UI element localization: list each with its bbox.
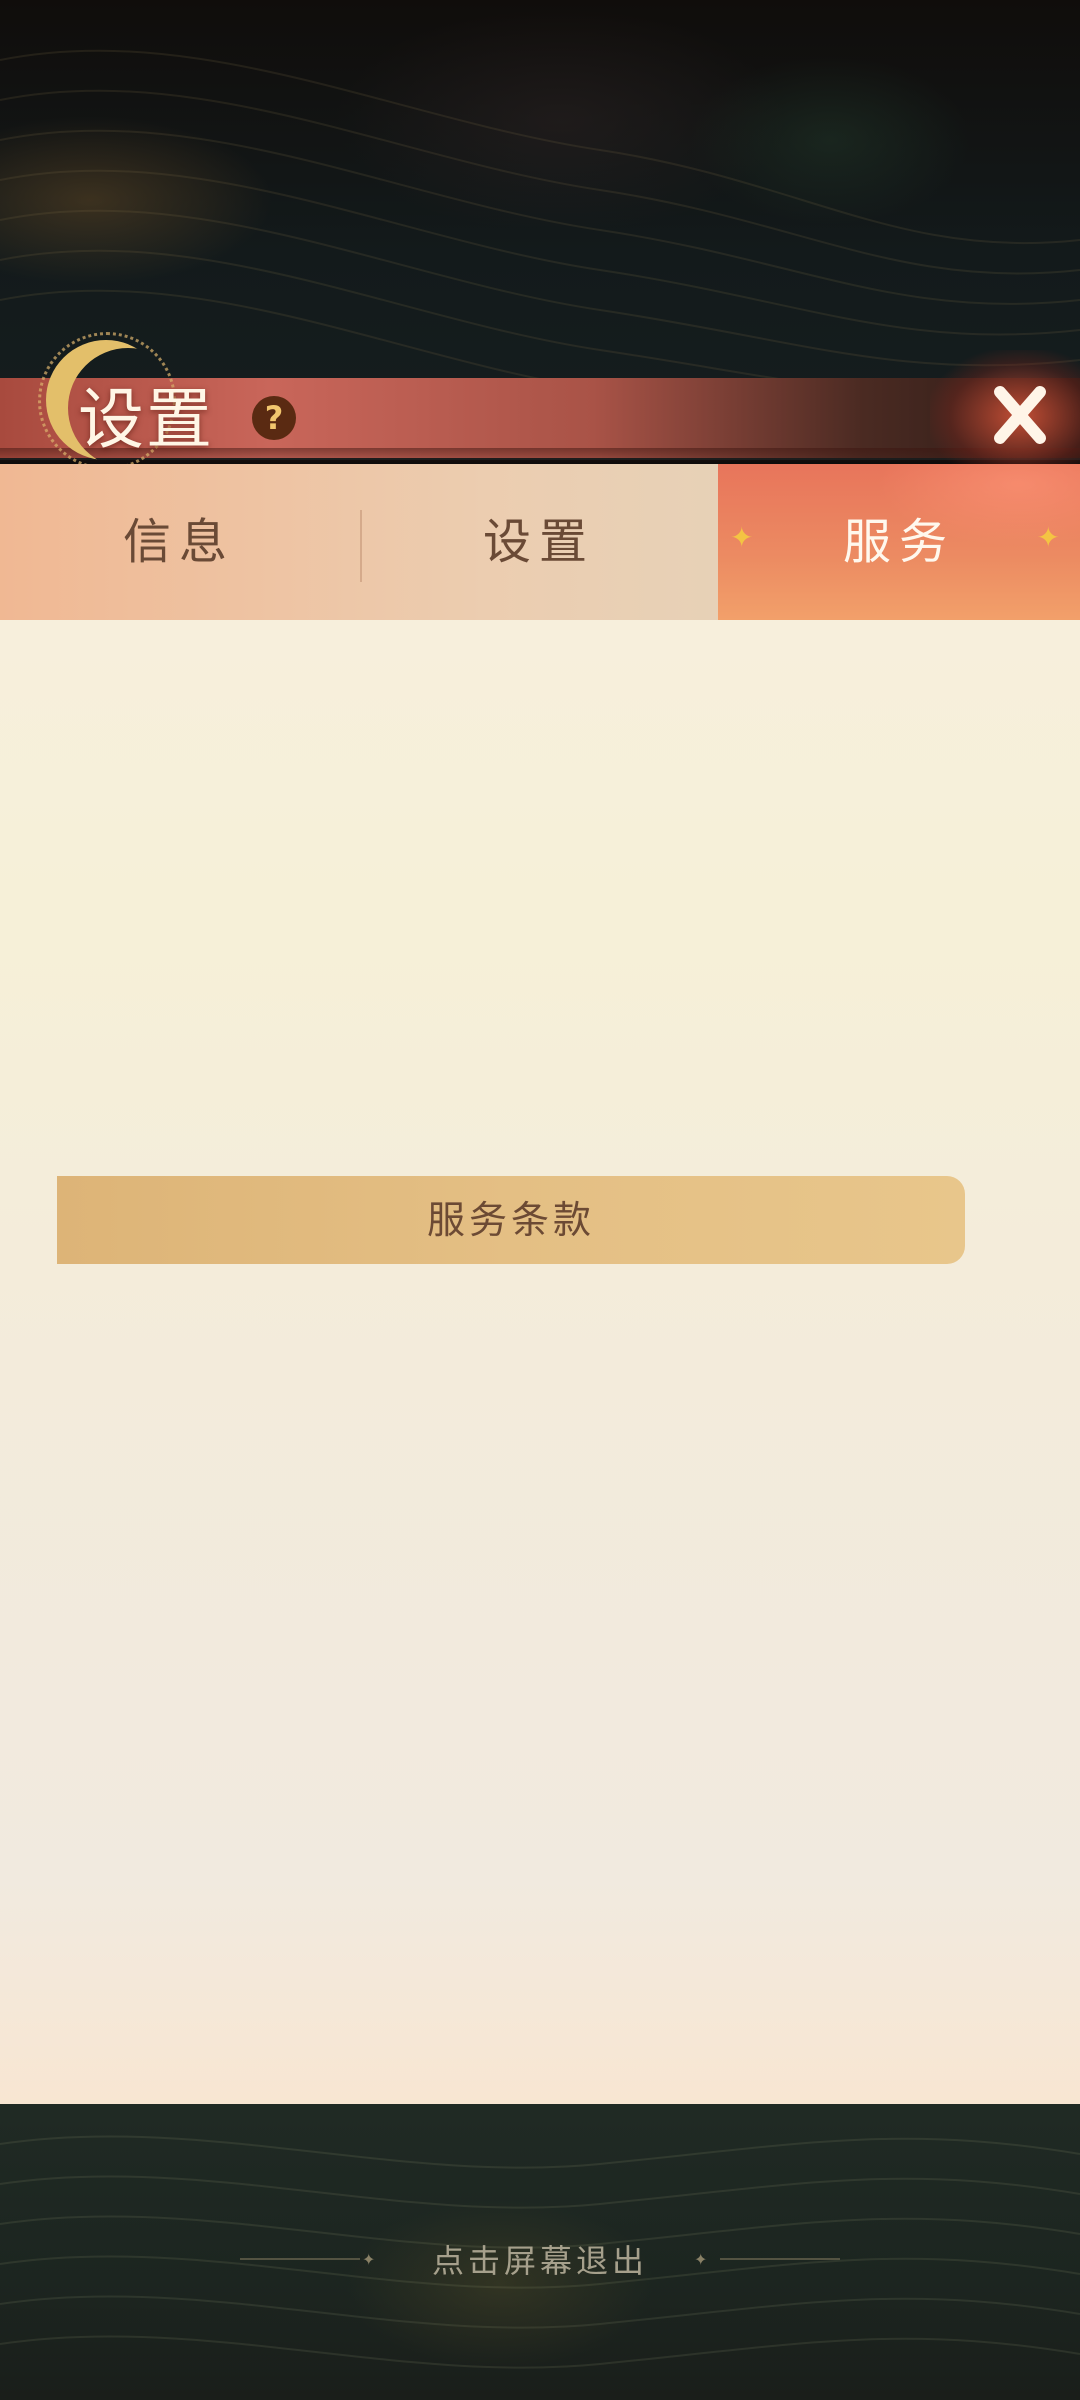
tab-service[interactable]: 服务 ✦ ✦ [718,464,1080,620]
close-button[interactable] [968,372,1068,462]
sparkle-icon: ✦ [730,521,762,554]
tab-service-label: 服务 [842,514,955,570]
close-icon [994,386,1046,444]
tab-info[interactable]: 信息 [0,464,358,620]
tab-settings[interactable]: 设置 [360,464,718,620]
help-icon[interactable]: ? [252,396,296,440]
sparkle-icon: ✦ [1036,521,1068,554]
divider-line [720,2258,840,2260]
terms-of-service-button[interactable]: 服务条款 [57,1176,965,1264]
terms-of-service-label: 服务条款 [426,1198,595,1242]
content-panel [0,620,1080,2104]
page-title: 设置 [78,381,214,458]
tab-bar: 信息 设置 服务 ✦ ✦ [0,464,1080,620]
tab-divider [360,510,362,582]
exit-hint: 点击屏幕退出 [431,2242,648,2280]
ornament-dot-icon: ✦ [694,2250,708,2269]
